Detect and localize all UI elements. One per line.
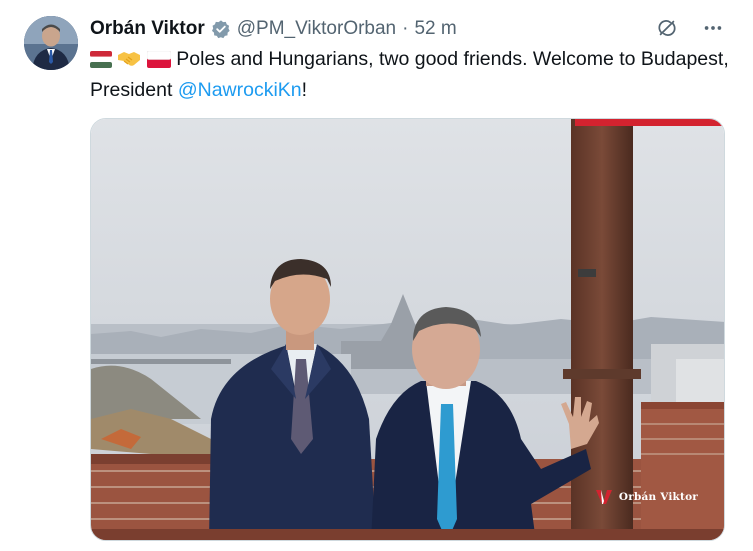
tweet-body-end: ! [301, 79, 308, 101]
grok-icon[interactable] [655, 16, 679, 40]
photo-illustration [91, 119, 724, 540]
tweet[interactable]: Orbán Viktor @PM_ViktorOrban · 52 m Pole… [0, 0, 753, 551]
verified-badge-icon [211, 19, 231, 39]
avatar[interactable] [24, 16, 78, 70]
author-name[interactable]: Orbán Viktor [90, 18, 205, 40]
author-handle[interactable]: @PM_ViktorOrban [237, 18, 396, 40]
tweet-actions-top [655, 16, 725, 40]
tweet-text: Poles and Hungarians, two good friends. … [90, 45, 730, 104]
timestamp[interactable]: 52 m [414, 18, 456, 40]
mention-link[interactable]: @NawrockiKn [178, 79, 302, 101]
poland-flag-icon [146, 48, 172, 76]
tweet-header: Orbán Viktor @PM_ViktorOrban · 52 m [90, 16, 457, 42]
watermark-text: Orbán Viktor [618, 491, 698, 503]
watermark: Orbán Viktor [595, 489, 698, 505]
handshake-icon [117, 48, 141, 76]
hungary-flag-icon [90, 48, 112, 76]
tweet-photo[interactable]: Orbán Viktor [90, 118, 725, 541]
watermark-logo-icon [595, 490, 612, 504]
separator: · [402, 18, 409, 39]
more-icon[interactable] [701, 16, 725, 40]
